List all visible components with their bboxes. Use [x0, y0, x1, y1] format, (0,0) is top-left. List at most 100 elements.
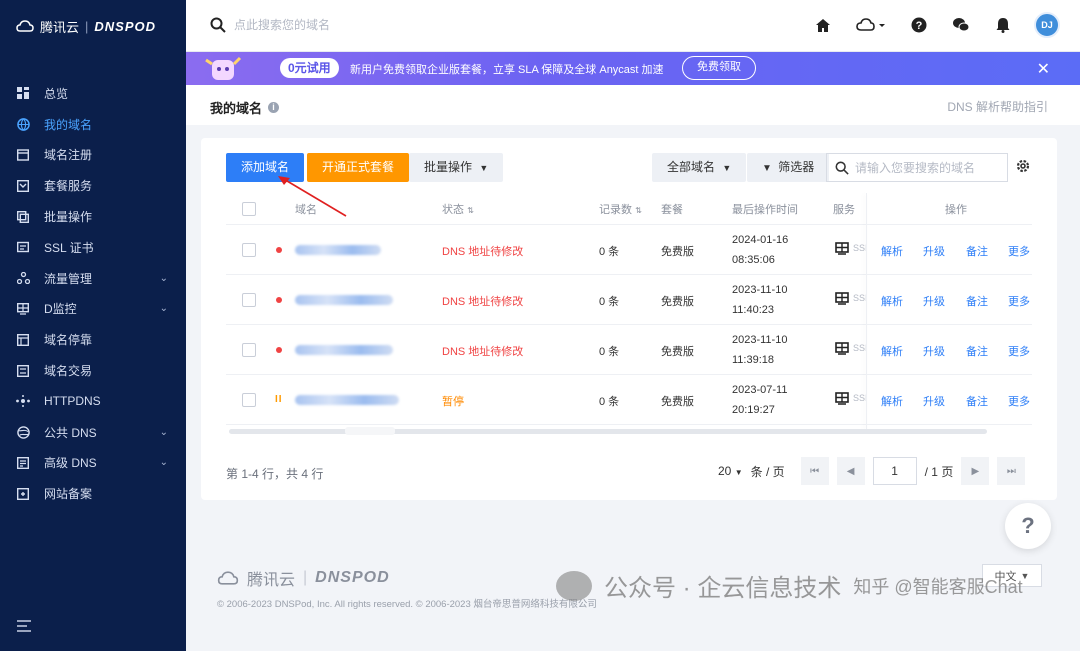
domain-name-redacted[interactable]	[295, 395, 399, 405]
cloud-switch-icon[interactable]	[854, 14, 888, 36]
ssl-service-icon[interactable]	[835, 242, 849, 258]
header-plan: 套餐	[661, 203, 683, 216]
upgrade-link[interactable]: 升级	[923, 393, 945, 409]
gear-icon[interactable]	[1015, 158, 1031, 174]
domain-table: 域名 状态 ⇅ 记录数 ⇅ 套餐 最后操作时间 服务 操作 DNS 地址待修改 0…	[226, 193, 1032, 431]
pagination: 20 ▼ 条 / 页 ⏮ ◀ 1 / 1 页 ▶ ⏭	[718, 457, 1026, 485]
sidebar-item-2[interactable]: 域名注册	[0, 140, 186, 171]
more-link[interactable]: 更多	[1008, 343, 1030, 359]
table-row[interactable]: DNS 地址待修改 0 条免费版 2023-11-10 11:39:18 SSI 解析 升级…	[226, 325, 1032, 375]
scrollbar-thumb[interactable]	[345, 427, 395, 435]
filter-button[interactable]: ▼ 筛选器	[747, 153, 830, 182]
sidebar-item-10[interactable]: HTTPDNS	[0, 386, 186, 417]
table-row[interactable]: DNS 地址待修改 0 条免费版 2024-01-16 08:35:06 SSI 解析 升级…	[226, 225, 1032, 275]
ssl-service-icon[interactable]	[835, 392, 849, 408]
sidebar-item-13[interactable]: 网站备案	[0, 478, 186, 509]
sidebar-item-label: HTTPDNS	[44, 394, 101, 409]
last-op-date: 2023-11-10	[732, 334, 788, 346]
sidebar-nav: 总览 我的域名域名注册套餐服务 批量操作 SSL 证书 流量管理 ⌄ D监控 ⌄ 域名停靠 域名交…	[0, 78, 186, 509]
public-dns-icon	[16, 425, 30, 439]
filing-icon	[16, 487, 30, 501]
note-link[interactable]: 备注	[966, 343, 988, 359]
status-dot-icon	[276, 347, 282, 353]
sidebar-item-6[interactable]: 流量管理 ⌄	[0, 263, 186, 294]
info-icon[interactable]: i	[268, 102, 280, 113]
last-page-icon[interactable]: ⏭	[997, 457, 1026, 485]
row-checkbox[interactable]	[242, 243, 256, 257]
sidebar-item-5[interactable]: SSL 证书	[0, 232, 186, 263]
resolve-link[interactable]: 解析	[881, 343, 903, 359]
sidebar-item-9[interactable]: 域名交易	[0, 355, 186, 386]
upgrade-link[interactable]: 升级	[923, 343, 945, 359]
ssl-service-icon[interactable]	[835, 342, 849, 358]
all-domains-dropdown[interactable]: 全部域名 ▼	[652, 153, 747, 182]
row-checkbox[interactable]	[242, 293, 256, 307]
sidebar-item-1[interactable]: 我的域名	[0, 109, 186, 140]
page-size-select[interactable]: 20 ▼	[718, 464, 743, 478]
domain-search-input[interactable]: 请输入您要搜索的域名	[826, 153, 1008, 182]
sidebar-item-4[interactable]: 批量操作	[0, 201, 186, 232]
wechat-icon[interactable]	[950, 14, 972, 36]
sidebar-item-3[interactable]: 套餐服务	[0, 170, 186, 201]
free-claim-button[interactable]: 免费领取	[682, 56, 756, 80]
global-search[interactable]: 点此搜索您的域名	[210, 16, 330, 33]
table-row[interactable]: II 暂停 0 条免费版 2023-07-11 20:19:27 SSI 解析 升级 备注 更多	[226, 375, 1032, 425]
collapse-menu-icon[interactable]	[16, 619, 32, 635]
note-link[interactable]: 备注	[966, 293, 988, 309]
more-link[interactable]: 更多	[1008, 293, 1030, 309]
logo[interactable]: 腾讯云 | DNSPOD	[0, 0, 186, 52]
bell-icon[interactable]	[992, 14, 1014, 36]
more-link[interactable]: 更多	[1008, 393, 1030, 409]
header-last-op: 最后操作时间	[732, 203, 798, 216]
all-domains-label: 全部域名	[667, 160, 716, 174]
sidebar-item-11[interactable]: 公共 DNS ⌄	[0, 417, 186, 448]
last-op-clock: 11:40:23	[732, 304, 775, 316]
header-status[interactable]: 状态 ⇅	[442, 201, 474, 217]
upgrade-link[interactable]: 升级	[923, 243, 945, 259]
domain-name-redacted[interactable]	[295, 295, 393, 305]
row-checkbox[interactable]	[242, 343, 256, 357]
page-number-input[interactable]: 1	[872, 457, 917, 485]
upgrade-link[interactable]: 升级	[923, 293, 945, 309]
note-link[interactable]: 备注	[966, 243, 988, 259]
record-count[interactable]: 0 条	[599, 343, 619, 359]
next-page-icon[interactable]: ▶	[961, 457, 990, 485]
avatar[interactable]: DJ	[1034, 12, 1060, 38]
ssl-service-icon[interactable]	[835, 292, 849, 308]
select-all-checkbox[interactable]	[242, 201, 256, 216]
status-dot-icon	[276, 297, 282, 303]
dns-help-link[interactable]: DNS 解析帮助指引	[947, 98, 1048, 115]
help-float-button[interactable]: ?	[1005, 503, 1051, 549]
record-count[interactable]: 0 条	[599, 393, 619, 409]
close-icon[interactable]: ✕	[1037, 59, 1050, 79]
header-records[interactable]: 记录数 ⇅	[599, 201, 642, 217]
batch-operation-dropdown[interactable]: 批量操作 ▼	[409, 153, 504, 182]
record-count[interactable]: 0 条	[599, 243, 619, 259]
sidebar-item-0[interactable]: 总览	[0, 78, 186, 109]
prev-page-icon[interactable]: ◀	[836, 457, 865, 485]
header-records-label: 记录数	[599, 203, 632, 216]
sidebar-item-12[interactable]: 高级 DNS ⌄	[0, 448, 186, 479]
horizontal-scrollbar[interactable]	[229, 429, 987, 434]
register-icon	[16, 148, 30, 162]
domain-name-redacted[interactable]	[295, 345, 393, 355]
first-page-icon[interactable]: ⏮	[800, 457, 829, 485]
domain-name-redacted[interactable]	[295, 245, 381, 255]
more-link[interactable]: 更多	[1008, 243, 1030, 259]
resolve-link[interactable]: 解析	[881, 293, 903, 309]
sidebar-item-label: 域名注册	[44, 148, 93, 163]
row-checkbox[interactable]	[242, 393, 256, 407]
sidebar-item-8[interactable]: 域名停靠	[0, 324, 186, 355]
help-icon[interactable]: ?	[908, 14, 930, 36]
sidebar-item-7[interactable]: D监控 ⌄	[0, 294, 186, 325]
advanced-dns-icon	[16, 456, 30, 470]
copy-icon	[16, 210, 30, 224]
home-icon[interactable]	[812, 14, 834, 36]
record-count[interactable]: 0 条	[599, 293, 619, 309]
resolve-link[interactable]: 解析	[881, 393, 903, 409]
pagination-summary: 第 1-4 行，共 4 行	[226, 467, 324, 481]
table-row[interactable]: DNS 地址待修改 0 条免费版 2023-11-10 11:40:23 SSI 解析 升级…	[226, 275, 1032, 325]
last-op-clock: 20:19:27	[732, 404, 775, 416]
note-link[interactable]: 备注	[966, 393, 988, 409]
resolve-link[interactable]: 解析	[881, 243, 903, 259]
